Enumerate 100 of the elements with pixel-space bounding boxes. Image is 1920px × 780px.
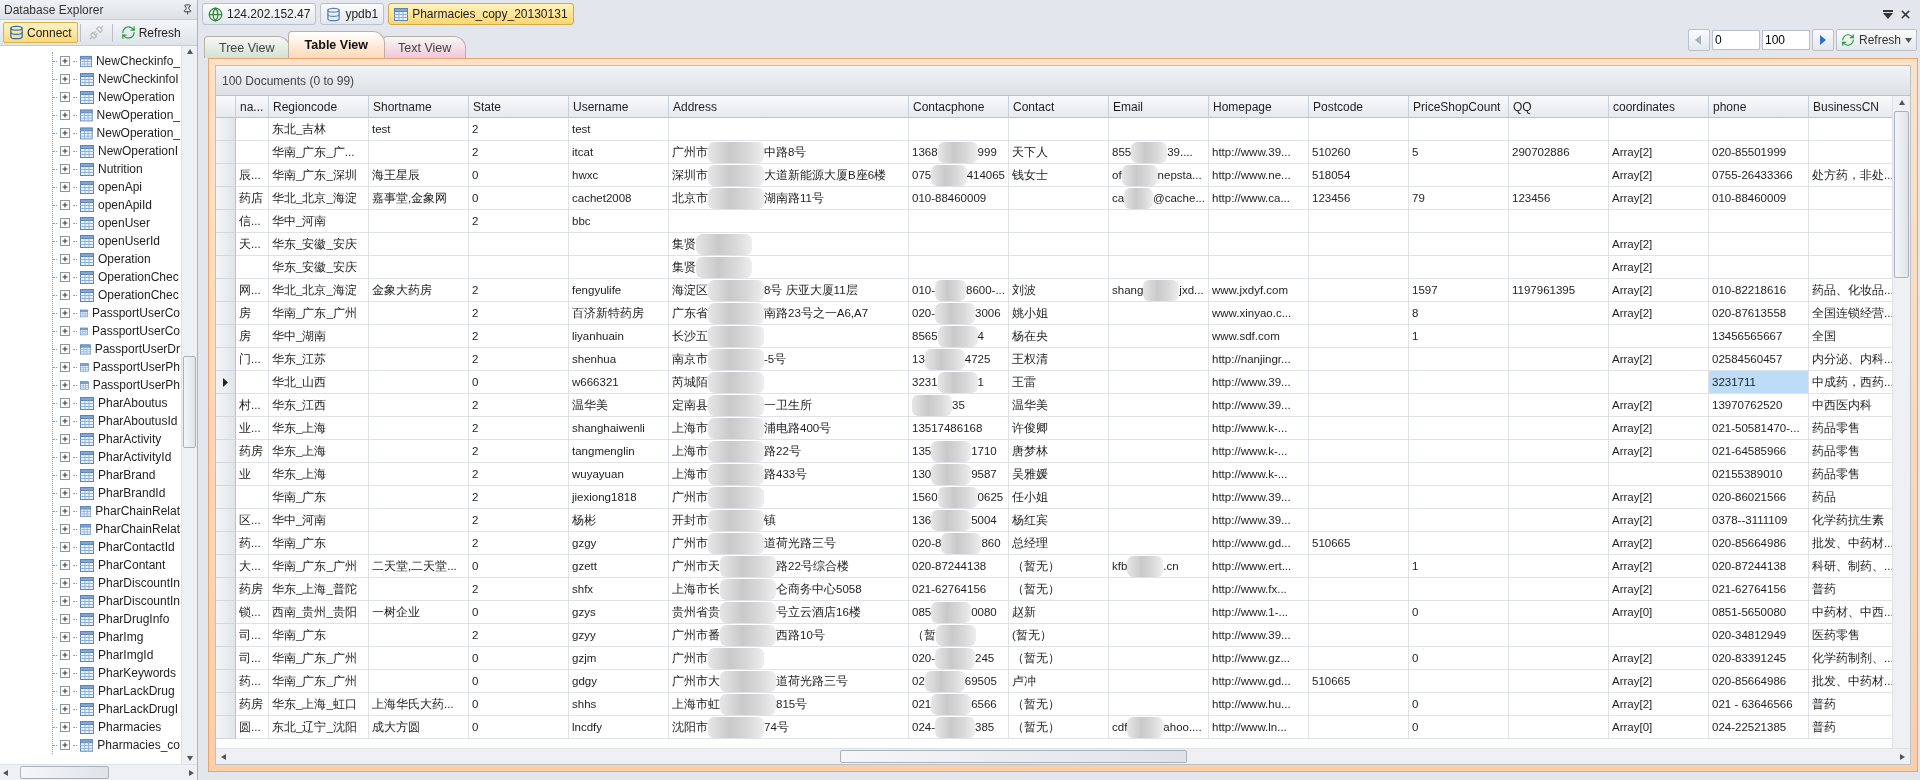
close-icon[interactable] bbox=[1899, 7, 1912, 21]
expand-icon[interactable] bbox=[60, 650, 70, 660]
tree-item[interactable]: PharDiscountIn bbox=[96, 576, 181, 590]
tree-item[interactable]: PharActivityId bbox=[97, 450, 173, 464]
tree-item[interactable]: PassportUserPh bbox=[91, 360, 181, 374]
expand-icon[interactable] bbox=[60, 254, 70, 264]
vertical-scrollbar[interactable] bbox=[181, 46, 197, 764]
breadcrumb-button[interactable]: ypdb1 bbox=[320, 3, 385, 25]
expand-icon[interactable] bbox=[60, 452, 70, 462]
expand-icon[interactable] bbox=[60, 344, 70, 354]
tree-item[interactable]: NewOperation bbox=[97, 90, 176, 104]
start-field[interactable]: 0 bbox=[1711, 30, 1760, 50]
tree-item[interactable]: PassportUserCo bbox=[90, 306, 181, 320]
tree-item[interactable]: PharChainRelat bbox=[94, 522, 181, 536]
expand-icon[interactable] bbox=[60, 146, 70, 156]
column-header[interactable]: Contact bbox=[1009, 96, 1109, 118]
tree-item[interactable]: openApiId bbox=[97, 198, 154, 212]
scroll-up-icon[interactable] bbox=[1897, 99, 1906, 107]
expand-icon[interactable] bbox=[60, 596, 70, 606]
column-header[interactable]: Email bbox=[1109, 96, 1209, 118]
scroll-thumb[interactable] bbox=[840, 750, 1187, 763]
expand-icon[interactable] bbox=[60, 488, 70, 498]
scroll-left-icon[interactable] bbox=[220, 752, 228, 761]
tree-item[interactable]: NewCheckinfoI bbox=[97, 72, 180, 86]
count-field[interactable]: 100 bbox=[1761, 30, 1810, 50]
expand-icon[interactable] bbox=[60, 398, 70, 408]
expand-icon[interactable] bbox=[60, 524, 70, 534]
tree-item[interactable]: PharContant bbox=[97, 558, 167, 572]
column-header[interactable]: Homepage bbox=[1209, 96, 1309, 118]
expand-icon[interactable] bbox=[60, 290, 70, 300]
tree-item[interactable]: PharContactId bbox=[97, 540, 176, 554]
scroll-thumb[interactable] bbox=[1894, 111, 1909, 278]
tree-item[interactable]: PharKeywords bbox=[97, 666, 178, 680]
expand-icon[interactable] bbox=[60, 182, 70, 192]
column-header[interactable]: Postcode bbox=[1309, 96, 1409, 118]
expand-icon[interactable] bbox=[60, 578, 70, 588]
tree-item[interactable]: OperationChec bbox=[97, 288, 180, 302]
column-header[interactable]: BusinessCN bbox=[1809, 96, 1892, 118]
view-tab[interactable]: Text View bbox=[383, 36, 467, 58]
expand-icon[interactable] bbox=[60, 218, 70, 228]
expand-icon[interactable] bbox=[60, 704, 70, 714]
column-header[interactable]: PriceShopCount bbox=[1409, 96, 1509, 118]
tree-item[interactable]: openUserId bbox=[97, 234, 162, 248]
expand-icon[interactable] bbox=[60, 542, 70, 552]
refresh-button[interactable]: Refresh bbox=[1835, 29, 1917, 51]
column-header[interactable]: na... bbox=[236, 96, 269, 118]
tree-item[interactable]: PassportUserCo bbox=[90, 324, 181, 338]
scroll-thumb[interactable] bbox=[20, 766, 109, 779]
row-header[interactable] bbox=[216, 371, 236, 394]
tree-item[interactable]: PharBrand bbox=[97, 468, 157, 482]
expand-icon[interactable] bbox=[60, 722, 70, 732]
expand-icon[interactable] bbox=[60, 614, 70, 624]
scroll-right-icon[interactable] bbox=[1898, 752, 1906, 761]
tree-item[interactable]: PharChainRelat bbox=[94, 504, 181, 518]
tree-item[interactable]: PharDrugInfo bbox=[97, 612, 171, 626]
tree-item[interactable]: PharImgId bbox=[97, 648, 155, 662]
tree-item[interactable]: openApi bbox=[97, 180, 144, 194]
scroll-up-icon[interactable] bbox=[185, 48, 194, 56]
pin-icon[interactable] bbox=[182, 4, 193, 15]
expand-icon[interactable] bbox=[60, 92, 70, 102]
column-header[interactable]: Contacphone bbox=[909, 96, 1009, 118]
expand-icon[interactable] bbox=[60, 416, 70, 426]
expand-icon[interactable] bbox=[60, 470, 70, 480]
expand-icon[interactable] bbox=[60, 200, 70, 210]
tree-item[interactable]: PharBrandId bbox=[97, 486, 167, 500]
expand-icon[interactable] bbox=[60, 326, 70, 336]
expand-icon[interactable] bbox=[60, 56, 70, 66]
column-header[interactable]: Regioncode bbox=[269, 96, 369, 118]
tree-item[interactable]: Operation bbox=[97, 252, 152, 266]
scroll-right-icon[interactable] bbox=[187, 768, 195, 777]
tree-item[interactable]: PharAboutus bbox=[97, 396, 169, 410]
horizontal-scrollbar[interactable] bbox=[216, 748, 1910, 764]
tree-item[interactable]: Pharmacies_co bbox=[96, 738, 181, 752]
expand-icon[interactable] bbox=[60, 236, 70, 246]
tree-item[interactable]: Nutrition bbox=[97, 162, 144, 176]
tree-item[interactable]: PassportUserDr bbox=[93, 342, 181, 356]
tree-item[interactable]: PassportUserPh bbox=[91, 378, 181, 392]
tree-item[interactable]: NewOperation_ bbox=[95, 108, 181, 122]
expand-icon[interactable] bbox=[60, 164, 70, 174]
expand-icon[interactable] bbox=[60, 560, 70, 570]
tree-item[interactable]: NewCheckinfo_ bbox=[94, 54, 181, 68]
expand-icon[interactable] bbox=[60, 506, 70, 516]
scroll-left-icon[interactable] bbox=[2, 768, 10, 777]
expand-icon[interactable] bbox=[60, 380, 70, 390]
column-header[interactable]: QQ bbox=[1509, 96, 1609, 118]
dropdown-icon[interactable] bbox=[1883, 9, 1893, 19]
column-header[interactable]: State bbox=[469, 96, 569, 118]
expand-icon[interactable] bbox=[60, 74, 70, 84]
expand-icon[interactable] bbox=[60, 272, 70, 282]
horizontal-scrollbar[interactable] bbox=[0, 764, 197, 780]
tree-item[interactable]: PharDiscountIn bbox=[96, 594, 181, 608]
next-page-button[interactable] bbox=[1811, 29, 1834, 51]
expand-icon[interactable] bbox=[60, 740, 70, 750]
tree-item[interactable]: PharLackDrugI bbox=[97, 702, 180, 716]
expand-icon[interactable] bbox=[60, 308, 70, 318]
column-header[interactable]: Username bbox=[569, 96, 669, 118]
tree-item[interactable]: openUser bbox=[97, 216, 152, 230]
expand-icon[interactable] bbox=[60, 686, 70, 696]
tree-item[interactable]: NewOperationI bbox=[97, 144, 180, 158]
column-header[interactable]: Address bbox=[669, 96, 909, 118]
